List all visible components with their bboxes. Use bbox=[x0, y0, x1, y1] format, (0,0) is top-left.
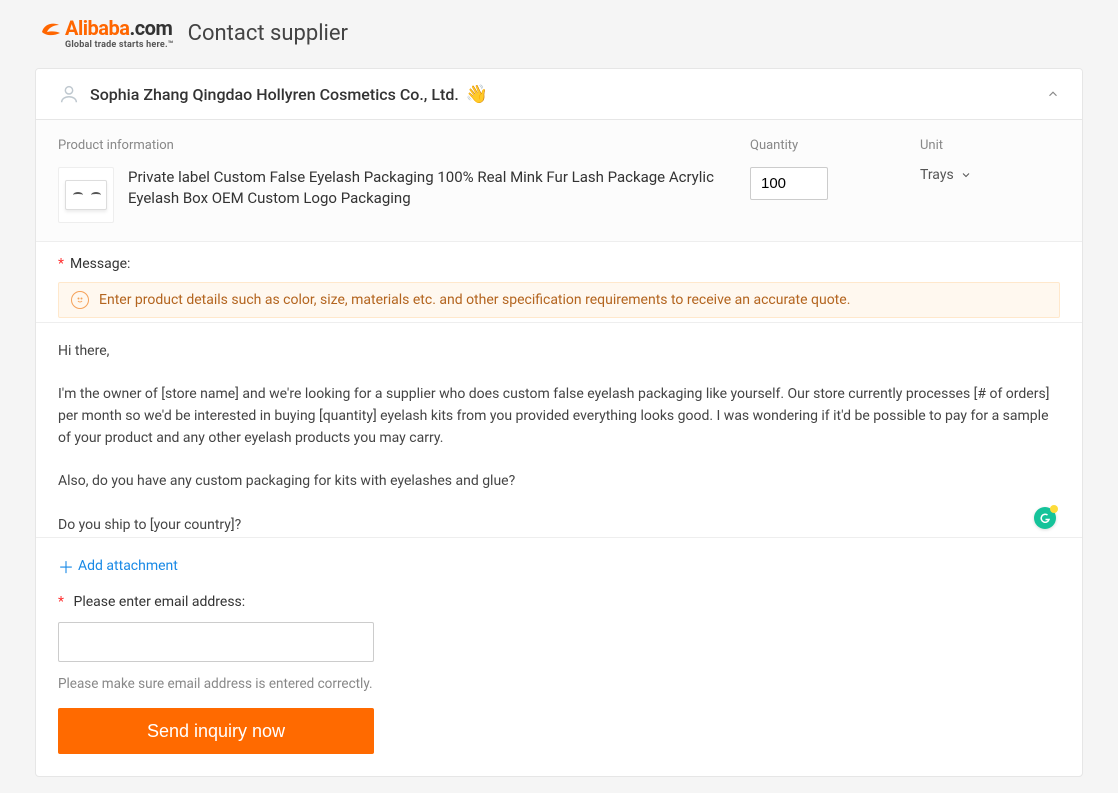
plus-icon: ＋ bbox=[58, 554, 74, 578]
alibaba-logo: Alibaba.com Global trade starts here.™ bbox=[39, 16, 174, 50]
logo-text: Alibaba.com bbox=[65, 16, 172, 40]
collapse-toggle[interactable] bbox=[1046, 87, 1060, 101]
logo-tagline: Global trade starts here.™ bbox=[65, 40, 174, 50]
email-hint: Please make sure email address is entere… bbox=[58, 676, 1060, 692]
send-inquiry-button[interactable]: Send inquiry now bbox=[58, 708, 374, 754]
email-label: * Please enter email address: bbox=[58, 594, 1060, 610]
supplier-header[interactable]: Sophia Zhang Qingdao Hollyren Cosmetics … bbox=[36, 69, 1082, 120]
message-label: *Message: bbox=[58, 256, 130, 272]
wave-hand-icon: 👋 bbox=[467, 84, 487, 104]
unit-label: Unit bbox=[920, 138, 1060, 153]
email-input[interactable] bbox=[58, 622, 374, 662]
alibaba-icon bbox=[39, 18, 63, 38]
page-title: Contact supplier bbox=[188, 21, 348, 46]
quantity-input[interactable] bbox=[750, 167, 828, 200]
product-info-label: Product information bbox=[58, 138, 730, 153]
chevron-down-icon bbox=[960, 169, 972, 181]
message-hint-text: Enter product details such as color, siz… bbox=[99, 292, 850, 308]
unit-value: Trays bbox=[920, 167, 954, 183]
message-header: *Message: Enter product details such as … bbox=[36, 242, 1082, 323]
product-information-section: Product information Private label Custom… bbox=[36, 120, 1082, 242]
smile-icon bbox=[71, 291, 89, 309]
contact-supplier-panel: Sophia Zhang Qingdao Hollyren Cosmetics … bbox=[35, 68, 1083, 777]
product-title[interactable]: Private label Custom False Eyelash Packa… bbox=[128, 167, 730, 215]
required-star: * bbox=[58, 256, 64, 272]
person-icon bbox=[58, 83, 80, 105]
required-star: * bbox=[58, 594, 64, 610]
unit-select[interactable]: Trays bbox=[920, 167, 1060, 183]
add-attachment-label: Add attachment bbox=[78, 558, 178, 574]
product-thumbnail[interactable] bbox=[58, 167, 114, 223]
supplier-name: Sophia Zhang Qingdao Hollyren Cosmetics … bbox=[90, 85, 459, 104]
message-textarea[interactable] bbox=[36, 323, 1082, 533]
grammarly-icon[interactable] bbox=[1034, 507, 1056, 529]
quantity-label: Quantity bbox=[750, 138, 900, 153]
page-header: Alibaba.com Global trade starts here.™ C… bbox=[35, 16, 1083, 50]
add-attachment-link[interactable]: ＋ Add attachment bbox=[58, 554, 1060, 578]
message-hint: Enter product details such as color, siz… bbox=[58, 282, 1060, 318]
